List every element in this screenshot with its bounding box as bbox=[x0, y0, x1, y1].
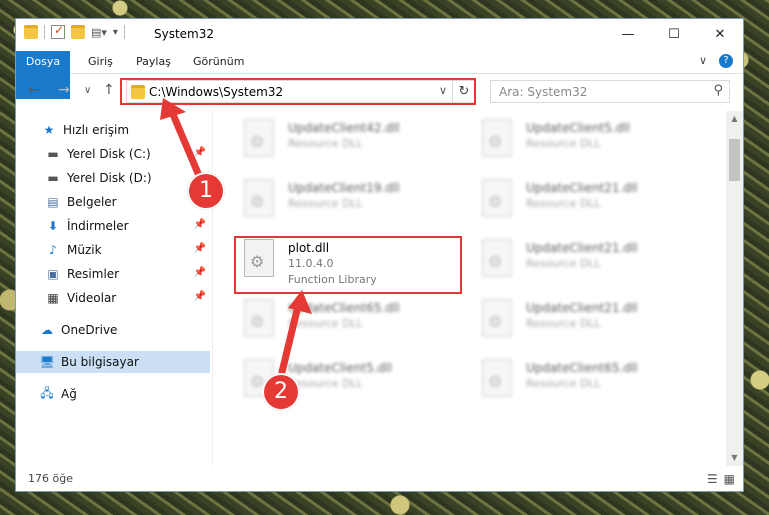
step-badge-1: 1 bbox=[187, 172, 225, 210]
step-badge-2: 2 bbox=[262, 373, 300, 411]
annotation-arrows bbox=[160, 98, 312, 376]
